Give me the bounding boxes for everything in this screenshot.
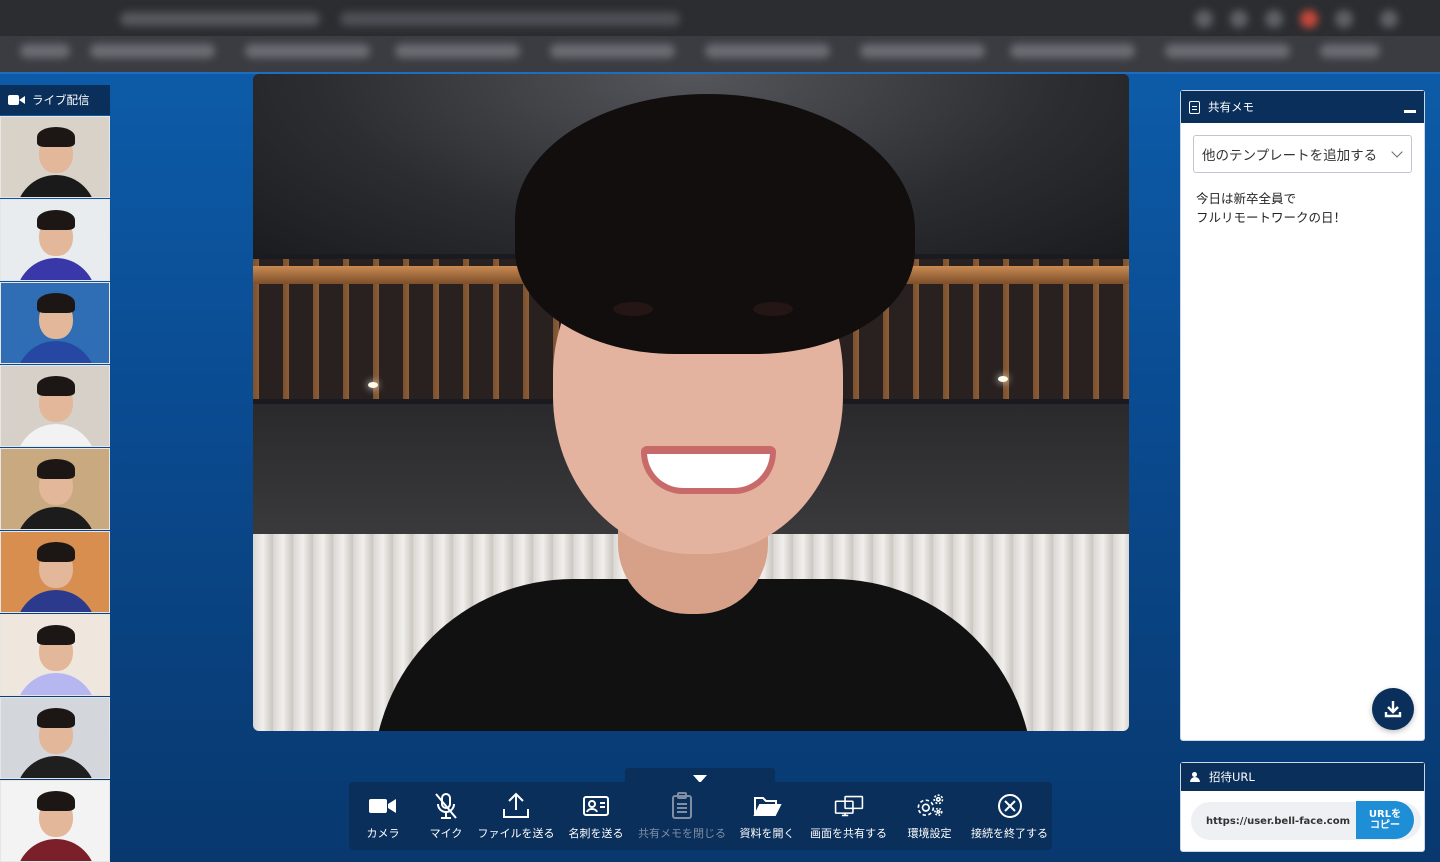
clipboard-icon [1189,100,1200,114]
end-call-label: 接続を終了する [971,827,1048,840]
screen-share-icon [834,795,863,817]
memo-text-area[interactable]: 今日は新卒全員で フルリモートワークの日！ [1196,189,1346,227]
download-icon [1384,701,1402,718]
memo-line: 今日は新卒全員で [1196,191,1297,206]
live-stream-header: ライブ配信 [0,85,110,115]
participant-thumbnail[interactable] [0,199,110,281]
close-circle-icon [997,794,1022,818]
gear-icon [917,794,943,817]
send-file-label: ファイルを送る [477,827,555,840]
share-screen-label: 画面を共有する [810,827,887,840]
open-documents-button[interactable]: 資料を開く [729,782,805,850]
video-camera-icon [369,799,396,813]
main-video[interactable] [253,74,1129,731]
invite-url-title: 招待URL [1209,770,1255,784]
id-card-icon [583,796,609,816]
participant-thumbnail[interactable] [0,780,110,862]
shared-memo-title: 共有メモ [1208,100,1254,114]
meeting-toolbar: カメラ マイク ファイルを送る 名刺を送る 共有メモを閉じる 資料を開く 画面を… [349,782,1052,850]
camera-button[interactable]: カメラ [349,782,417,850]
users-icon [1189,772,1201,782]
settings-label: 環境設定 [907,827,952,840]
mic-button[interactable]: マイク [417,782,475,850]
invite-url-header: 招待URL [1181,763,1424,791]
close-shared-memo-label: 共有メモを閉じる [638,827,726,840]
invite-url-value: https://user.bell-face.com [1206,815,1351,827]
chevron-down-icon [1391,146,1403,158]
participant-thumbnail[interactable] [0,614,110,696]
participant-thumbnail[interactable] [0,448,110,530]
send-business-card-button[interactable]: 名刺を送る [557,782,635,850]
browser-chrome [0,0,1440,74]
mic-muted-icon [435,793,457,819]
participant-thumbnail[interactable] [0,282,110,364]
upload-icon [503,792,529,818]
shared-memo-header: 共有メモ [1181,91,1424,123]
participant-thumbnail[interactable] [0,697,110,779]
template-select[interactable]: 他のテンプレートを追加する [1193,135,1412,173]
end-call-button[interactable]: 接続を終了する [967,782,1052,850]
clipboard-icon [672,792,692,819]
send-file-button[interactable]: ファイルを送る [475,782,557,850]
mic-label: マイク [429,827,463,840]
send-business-card-label: 名刺を送る [568,827,624,840]
video-camera-icon [8,94,26,106]
share-screen-button[interactable]: 画面を共有する [805,782,892,850]
participant-thumbnail[interactable] [0,365,110,447]
copy-url-button[interactable]: URLを コピー [1356,801,1414,839]
shared-memo-panel: 共有メモ 他のテンプレートを追加する 今日は新卒全員で フルリモートワークの日！ [1180,90,1425,741]
camera-label: カメラ [366,827,400,840]
settings-button[interactable]: 環境設定 [892,782,967,850]
minimize-button[interactable] [1404,109,1416,113]
memo-line: フルリモートワークの日！ [1196,210,1347,225]
close-shared-memo-button[interactable]: 共有メモを閉じる [635,782,729,850]
open-documents-label: 資料を開く [739,827,795,840]
download-button[interactable] [1372,688,1414,730]
participant-list [0,116,110,862]
participant-thumbnail[interactable] [0,116,110,198]
participant-thumbnail[interactable] [0,531,110,613]
template-select-value: 他のテンプレートを追加する [1202,148,1378,164]
live-stream-label: ライブ配信 [32,93,90,107]
folder-open-icon [753,797,782,816]
